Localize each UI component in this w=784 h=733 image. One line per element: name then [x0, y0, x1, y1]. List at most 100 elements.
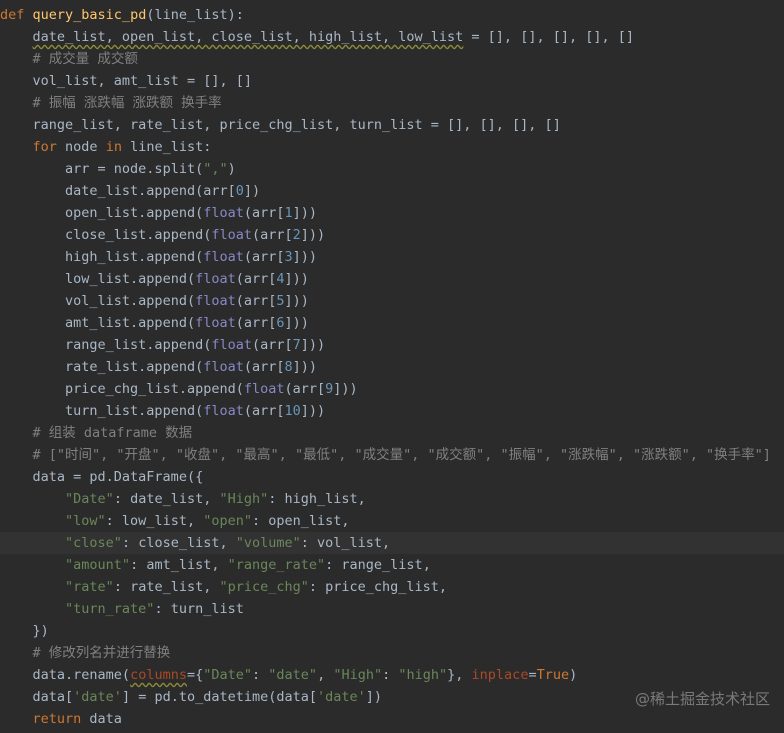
- code-text: ])): [292, 249, 318, 265]
- code-text: ])): [284, 315, 309, 331]
- builtin-float: float: [195, 315, 236, 331]
- code-line[interactable]: "low": low_list, "open": open_list,: [0, 510, 784, 532]
- string-literal: "Date": [65, 491, 114, 507]
- number-literal: 3: [284, 249, 293, 265]
- code-line[interactable]: range_list.append(float(arr[7])): [0, 334, 784, 356]
- string-literal: "date": [268, 667, 318, 683]
- code-text: (arr[: [243, 359, 285, 375]
- code-line[interactable]: arr = node.split(","): [0, 158, 784, 180]
- code-text: ])): [284, 293, 309, 309]
- code-line[interactable]: vol_list, amt_list = [], []: [0, 70, 784, 92]
- code-text: : vol_list,: [300, 535, 391, 551]
- code-text: arr = node.split(: [65, 161, 204, 177]
- code-line[interactable]: "amount": amt_list, "range_rate": range_…: [0, 554, 784, 576]
- code-text: :: [252, 667, 269, 683]
- code-text: high_list.append(: [65, 249, 204, 265]
- code-line[interactable]: amt_list.append(float(arr[6])): [0, 312, 784, 334]
- code-text: range_list, rate_list, price_chg_list, t…: [32, 117, 561, 133]
- number-literal: 5: [276, 293, 285, 309]
- string-literal: "low": [65, 513, 106, 529]
- number-literal: 1: [284, 205, 293, 221]
- string-literal: 'date': [317, 689, 366, 705]
- keyword-def: def: [0, 7, 25, 23]
- code-text: ])): [300, 403, 326, 419]
- string-literal: "close": [65, 535, 122, 551]
- code-line[interactable]: # 组装 dataframe 数据: [0, 422, 784, 444]
- code-line[interactable]: price_chg_list.append(float(arr[9])): [0, 378, 784, 400]
- string-literal: "volume": [235, 535, 301, 551]
- code-line[interactable]: # 修改列名并进行替换: [0, 642, 784, 664]
- code-line[interactable]: }): [0, 620, 784, 642]
- code-text: ])): [300, 337, 326, 353]
- code-line[interactable]: turn_list.append(float(arr[10])): [0, 400, 784, 422]
- code-line[interactable]: # 振幅 涨跌幅 涨跌额 换手率: [0, 92, 784, 114]
- code-text: (arr[: [243, 249, 285, 265]
- code-text: =: [528, 667, 537, 683]
- function-params: (line_list):: [146, 7, 244, 23]
- comment: # 组装 dataframe 数据: [32, 425, 193, 441]
- code-line[interactable]: # ["时间", "开盘", "收盘", "最高", "最低", "成交量", …: [0, 444, 784, 466]
- code-line[interactable]: vol_list.append(float(arr[5])): [0, 290, 784, 312]
- code-text: ])): [333, 381, 358, 397]
- code-text: vol_list.append(: [65, 293, 196, 309]
- keyword-return: return: [32, 711, 82, 727]
- comment: # 振幅 涨跌幅 涨跌额 换手率: [32, 95, 222, 111]
- code-text: : amt_list,: [130, 557, 228, 573]
- code-line[interactable]: "Date": date_list, "High": high_list,: [0, 488, 784, 510]
- code-line[interactable]: def query_basic_pd(line_list):: [0, 4, 784, 26]
- code-line[interactable]: data.rename(columns={"Date": "date", "Hi…: [0, 664, 784, 686]
- code-line[interactable]: return data: [0, 708, 784, 730]
- code-line-current[interactable]: "close": close_list, "volume": vol_list,: [0, 532, 784, 554]
- code-text: ): [227, 161, 236, 177]
- code-line[interactable]: "turn_rate": turn_list: [0, 598, 784, 620]
- code-text: node: [56, 139, 106, 155]
- code-line[interactable]: range_list, rate_list, price_chg_list, t…: [0, 114, 784, 136]
- code-line[interactable]: for node in line_list:: [0, 136, 784, 158]
- code-editor[interactable]: def query_basic_pd(line_list): date_list…: [0, 4, 784, 730]
- code-line[interactable]: date_list, open_list, close_list, high_l…: [0, 26, 784, 48]
- code-text: ])): [292, 359, 318, 375]
- code-line[interactable]: open_list.append(float(arr[1])): [0, 202, 784, 224]
- code-text: ): [569, 667, 578, 683]
- code-text: ])): [292, 205, 318, 221]
- function-name: query_basic_pd: [32, 7, 147, 23]
- code-text: ,: [317, 667, 334, 683]
- code-text: (arr[: [251, 337, 293, 353]
- builtin-float: float: [211, 337, 252, 353]
- code-text: turn_list.append(: [65, 403, 204, 419]
- code-line[interactable]: date_list.append(arr[0]): [0, 180, 784, 202]
- string-literal: "range_rate": [227, 557, 326, 573]
- string-literal: "open": [203, 513, 252, 529]
- builtin-float: float: [203, 249, 244, 265]
- code-text: ]): [365, 689, 383, 705]
- code-line[interactable]: close_list.append(float(arr[2])): [0, 224, 784, 246]
- code-text: (arr[: [243, 205, 285, 221]
- code-text: (arr[: [235, 271, 277, 287]
- code-text: : date_list,: [113, 491, 220, 507]
- code-text: low_list.append(: [65, 271, 196, 287]
- string-literal: 'date': [73, 689, 122, 705]
- code-line[interactable]: high_list.append(float(arr[3])): [0, 246, 784, 268]
- code-text: : high_list,: [268, 491, 366, 507]
- builtin-float: float: [203, 359, 244, 375]
- code-text: price_chg_list.append(: [65, 381, 244, 397]
- code-text: data: [81, 711, 122, 727]
- string-literal: ",": [203, 161, 228, 177]
- code-line[interactable]: low_list.append(float(arr[4])): [0, 268, 784, 290]
- code-text: ] = pd.to_datetime(data[: [121, 689, 318, 705]
- code-text: data.rename(: [32, 667, 131, 683]
- code-text: : range_list,: [325, 557, 431, 573]
- number-literal: 6: [276, 315, 285, 331]
- list-targets: date_list, open_list, close_list, high_l…: [32, 29, 464, 45]
- code-text: ]): [243, 183, 261, 199]
- code-text: open_list.append(: [65, 205, 204, 221]
- code-text: (arr[: [251, 227, 293, 243]
- watermark: @稀土掘金技术社区: [634, 690, 770, 708]
- list-init: = [], [], [], [], []: [463, 29, 634, 45]
- code-line[interactable]: data = pd.DataFrame({: [0, 466, 784, 488]
- code-line[interactable]: rate_list.append(float(arr[8])): [0, 356, 784, 378]
- code-text: date_list.append(arr[: [65, 183, 236, 199]
- code-line[interactable]: "rate": rate_list, "price_chg": price_ch…: [0, 576, 784, 598]
- comment: # ["时间", "开盘", "收盘", "最高", "最低", "成交量", …: [32, 447, 771, 463]
- code-line[interactable]: # 成交量 成交额: [0, 48, 784, 70]
